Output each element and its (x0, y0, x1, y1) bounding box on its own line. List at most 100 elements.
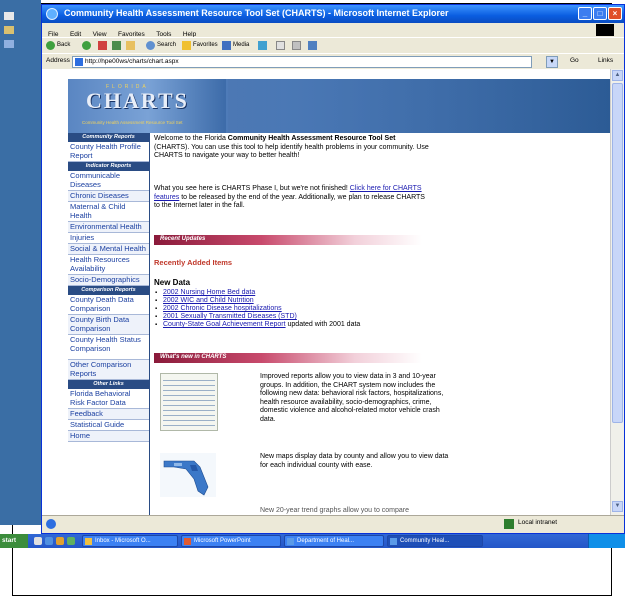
links-button[interactable]: Links (598, 57, 613, 64)
phase-suffix: to be released by the end of the year. A… (154, 193, 425, 210)
nav-item-county-health-profile[interactable]: County Health Profile Report (68, 142, 149, 162)
std-link[interactable]: 2001 Sexually Transmitted Diseases (STD) (163, 313, 297, 320)
goal-report-link[interactable]: County-State Goal Achievement Report (163, 321, 286, 328)
system-tray[interactable] (588, 534, 625, 548)
stop-icon[interactable] (98, 41, 107, 50)
home-icon[interactable] (126, 41, 135, 50)
welcome-prefix: Welcome to the Florida (154, 135, 228, 142)
task-label: Microsoft PowerPoint (194, 538, 251, 544)
list-item: 2001 Sexually Transmitted Diseases (STD) (154, 313, 444, 321)
favorites-star-icon[interactable] (182, 41, 191, 50)
ie-task-icon (390, 538, 397, 545)
address-url: http://hpe00ws/charts/chart.aspx (85, 58, 179, 65)
app-quicklaunch-icon[interactable] (67, 537, 75, 545)
outlook-quicklaunch-icon[interactable] (56, 537, 64, 545)
taskbar-item-community-health[interactable]: Community Heal... (387, 535, 483, 547)
nav-header-comparison: Comparison Reports (68, 286, 149, 295)
recently-added-title: Recently Added Items (154, 258, 233, 267)
powerpoint-icon (184, 538, 191, 545)
nav-header-other: Other Links (68, 380, 149, 389)
address-input[interactable]: http://hpe00ws/charts/chart.aspx (72, 56, 532, 68)
scroll-down-icon[interactable]: ▼ (612, 501, 623, 512)
list-item: County-State Goal Achievement Report upd… (154, 321, 444, 329)
media-button[interactable]: Media (233, 39, 249, 52)
nav-item-communicable[interactable]: Communicable Diseases (68, 171, 149, 191)
minimize-button[interactable]: _ (578, 7, 592, 20)
close-button[interactable]: × (608, 7, 622, 20)
refresh-icon[interactable] (112, 41, 121, 50)
go-button[interactable]: Go (570, 57, 579, 64)
desktop-quicklaunch-icon[interactable] (34, 537, 42, 545)
vertical-scrollbar[interactable]: ▲ ▼ (610, 69, 624, 515)
florida-map-icon (163, 460, 209, 496)
search-button[interactable]: Search (157, 39, 176, 52)
new-data-heading: New Data (154, 278, 191, 287)
nav-item-social-mental[interactable]: Social & Mental Health (68, 244, 149, 255)
start-button[interactable]: start (0, 534, 28, 548)
favorites-button[interactable]: Favorites (193, 39, 218, 52)
whats-new-item-2: New maps display data by county and allo… (260, 453, 449, 469)
county-map-thumbnail (160, 453, 216, 497)
logo-title: CHARTS (86, 88, 189, 113)
nav-item-feedback[interactable]: Feedback (68, 409, 149, 420)
taskbar-item-powerpoint[interactable]: Microsoft PowerPoint (181, 535, 281, 547)
whats-new-item-1: Improved reports allow you to view data … (260, 373, 444, 423)
nav-header-community: Community Reports (68, 133, 149, 142)
nav-header-indicator: Indicator Reports (68, 162, 149, 171)
phase-prefix: What you see here is CHARTS Phase I, but… (154, 185, 350, 192)
address-bar: Address http://hpe00ws/charts/chart.aspx… (42, 53, 624, 69)
nav-item-death-comparison[interactable]: County Death Data Comparison (68, 295, 149, 315)
nav-item-health-status-comparison[interactable]: County Health Status Comparison (68, 335, 149, 360)
recent-updates-header: Recent Updates (160, 236, 206, 242)
address-dropdown-icon[interactable]: ▼ (546, 56, 558, 68)
ie-icon (46, 8, 58, 20)
scroll-thumb[interactable] (612, 83, 623, 423)
list-item: 2002 Chronic Disease hospitalizations (154, 305, 444, 313)
nav-item-other-comparison[interactable]: Other Comparison Reports (68, 360, 149, 380)
report-table-thumbnail (160, 373, 218, 431)
task-label: Inbox - Microsoft O... (95, 538, 151, 544)
chronic-disease-link[interactable]: 2002 Chronic Disease hospitalizations (163, 305, 282, 312)
mail-icon[interactable] (276, 41, 285, 50)
task-label: Community Heal... (400, 538, 450, 544)
print-icon[interactable] (292, 41, 301, 50)
nursing-home-link[interactable]: 2002 Nursing Home Bed data (163, 289, 255, 296)
scroll-up-icon[interactable]: ▲ (612, 70, 623, 81)
nav-item-health-resources[interactable]: Health Resources Availability (68, 255, 149, 275)
desktop-icon[interactable] (4, 12, 14, 20)
nav-item-statistical-guide[interactable]: Statistical Guide (68, 420, 149, 431)
nav-item-socio-demographics[interactable]: Socio-Demographics (68, 275, 149, 286)
taskbar-item-inbox[interactable]: Inbox - Microsoft O... (82, 535, 178, 547)
nav-item-chronic[interactable]: Chronic Diseases (68, 191, 149, 202)
ie-quicklaunch-icon[interactable] (45, 537, 53, 545)
left-navigation: Community Reports County Health Profile … (68, 133, 150, 515)
whats-new-item-3: New 20-year trend graphs allow you to co… (260, 507, 410, 514)
windows-taskbar: start Inbox - Microsoft O... Microsoft P… (0, 534, 625, 548)
edit-icon[interactable] (308, 41, 317, 50)
list-item: 2002 WIC and Child Nutrition (154, 297, 444, 305)
nav-item-birth-comparison[interactable]: County Birth Data Comparison (68, 315, 149, 335)
back-button[interactable]: Back (57, 39, 70, 52)
nav-item-injuries[interactable]: Injuries (68, 233, 149, 244)
wic-link[interactable]: 2002 WIC and Child Nutrition (163, 297, 254, 304)
taskbar-item-department[interactable]: Department of Heal... (284, 535, 384, 547)
maximize-button[interactable]: □ (593, 7, 607, 20)
nav-item-home[interactable]: Home (68, 431, 149, 442)
history-icon[interactable] (258, 41, 267, 50)
nav-item-behavioral-risk[interactable]: Florida Behavioral Risk Factor Data (68, 389, 149, 409)
search-icon[interactable] (146, 41, 155, 50)
charts-logo[interactable]: FLORIDA CHARTS Community Health Assessme… (68, 79, 228, 133)
outlook-icon (85, 538, 92, 545)
desktop-icon[interactable] (4, 40, 14, 48)
page-icon (75, 58, 83, 66)
desktop-icon[interactable] (4, 26, 14, 34)
logo-tagline: Community Health Assessment Resource Too… (82, 120, 183, 125)
back-arrow-icon[interactable] (46, 41, 55, 50)
nav-item-environmental[interactable]: Environmental Health (68, 222, 149, 233)
forward-arrow-icon[interactable] (82, 41, 91, 50)
media-icon[interactable] (222, 41, 231, 50)
title-bar[interactable]: Community Health Assessment Resource Too… (42, 5, 624, 23)
windows-logo-icon (596, 24, 614, 36)
desktop-background (0, 0, 41, 525)
nav-item-maternal-child[interactable]: Maternal & Child Health (68, 202, 149, 222)
